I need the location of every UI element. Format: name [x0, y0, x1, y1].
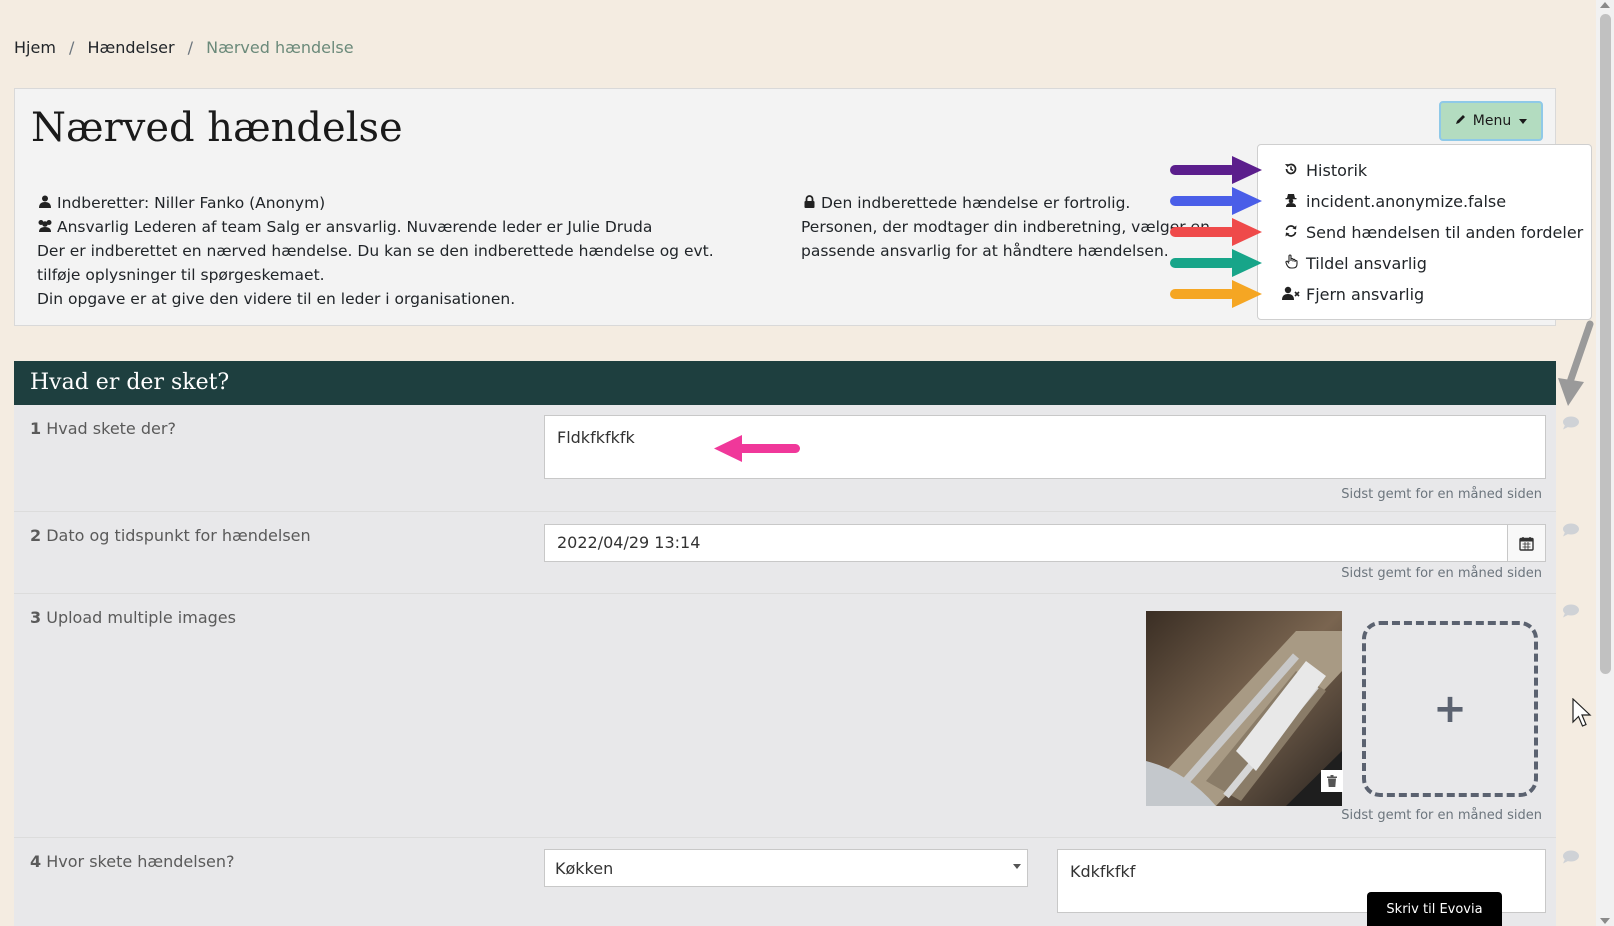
saved-status: Sidst gemt for en måned siden — [1341, 566, 1542, 581]
dropdown-item-send[interactable]: Send hændelsen til anden fordeler — [1282, 219, 1583, 247]
incident-info: Indberetter: Niller Fanko (Anonym) Ansva… — [37, 191, 757, 311]
dropdown-item-label: Fjern ansvarlig — [1306, 285, 1425, 304]
breadcrumb-separator: / — [187, 38, 194, 57]
menu-button[interactable]: Menu — [1439, 101, 1543, 141]
menu-dropdown: Historik incident.anonymize.false Send h… — [1257, 144, 1592, 320]
what-happened-textarea[interactable]: Fldkfkfkfk — [544, 415, 1546, 479]
question-3: 3 Upload multiple images + Sidst gemt fo… — [14, 594, 1556, 838]
chat-button[interactable]: Skriv til Evovia — [1367, 892, 1502, 926]
section-header: Hvad er der sket? — [14, 361, 1556, 405]
users-icon — [37, 215, 53, 239]
arrow-icon-red — [1170, 218, 1262, 246]
location-select[interactable]: Køkken — [544, 849, 1028, 887]
dropdown-item-remove[interactable]: Fjern ansvarlig — [1282, 281, 1424, 309]
uploaded-image[interactable] — [1146, 611, 1342, 806]
question-label: 2 Dato og tidspunkt for hændelsen — [30, 526, 311, 545]
dropdown-item-label: Tildel ansvarlig — [1306, 254, 1427, 273]
dropdown-item-label: Historik — [1306, 161, 1368, 180]
annotation-arrows — [1170, 156, 1262, 308]
user-times-icon — [1282, 281, 1300, 309]
date-time-input[interactable]: 2022/04/29 13:14 — [544, 524, 1508, 562]
mouse-cursor-icon — [1572, 698, 1592, 727]
add-image-button[interactable]: + — [1362, 621, 1538, 797]
breadcrumb-current: Nærved hændelse — [206, 38, 354, 57]
comment-icon[interactable] — [1562, 850, 1580, 864]
question-4: 4 Hvor skete hændelsen? Køkken Kdkfkfkf — [14, 838, 1556, 926]
gray-arrow-icon — [1558, 320, 1594, 406]
plus-icon: + — [1433, 686, 1467, 732]
pink-arrow-icon — [714, 435, 800, 462]
breadcrumb-events[interactable]: Hændelser — [87, 38, 174, 57]
arrow-icon-green — [1170, 249, 1262, 277]
hand-pointer-icon — [1282, 250, 1300, 278]
dropdown-item-historik[interactable]: Historik — [1282, 157, 1367, 185]
caret-down-icon — [1519, 118, 1528, 124]
dropdown-item-label: Send hændelsen til anden fordeler — [1306, 223, 1584, 242]
page-title: Nærved hændelse — [31, 105, 403, 151]
lock-icon — [801, 191, 817, 215]
location-select-value: Køkken — [555, 859, 614, 878]
trash-icon — [1327, 775, 1337, 787]
dropdown-item-label: incident.anonymize.false — [1306, 192, 1507, 211]
dropdown-item-assign[interactable]: Tildel ansvarlig — [1282, 250, 1427, 278]
user-secret-icon — [1282, 188, 1300, 216]
page-scrollbar[interactable] — [1596, 0, 1614, 926]
calendar-button[interactable] — [1507, 524, 1546, 562]
question-2: 2 Dato og tidspunkt for hændelsen 2022/0… — [14, 512, 1556, 594]
breadcrumb-home[interactable]: Hjem — [14, 38, 56, 57]
description-text: Der er indberettet en nærved hændelse. D… — [37, 242, 714, 284]
comment-icon[interactable] — [1562, 523, 1580, 537]
question-label: 3 Upload multiple images — [30, 608, 236, 627]
responsible-text: Ansvarlig Lederen af team Salg er ansvar… — [57, 218, 653, 236]
question-label: 1 Hvad skete der? — [30, 419, 176, 438]
scrollbar-thumb[interactable] — [1600, 14, 1611, 674]
arrow-icon-orange — [1170, 280, 1262, 308]
breadcrumb-separator: / — [69, 38, 75, 57]
breadcrumb: Hjem / Hændelser / Nærved hændelse — [14, 38, 354, 57]
sync-icon — [1282, 219, 1300, 247]
pencil-icon — [1455, 113, 1467, 129]
delete-image-button[interactable] — [1321, 770, 1343, 792]
menu-button-label: Menu — [1472, 113, 1512, 129]
scroll-up-icon[interactable] — [1600, 2, 1610, 8]
scroll-down-icon[interactable] — [1600, 918, 1610, 924]
saved-status: Sidst gemt for en måned siden — [1341, 487, 1542, 502]
user-icon — [37, 191, 53, 215]
arrow-icon-blue — [1170, 187, 1262, 215]
dropdown-item-anonymize[interactable]: incident.anonymize.false — [1282, 188, 1506, 216]
task-text: Din opgave er at give den videre til en … — [37, 290, 516, 308]
comment-icon[interactable] — [1562, 604, 1580, 618]
history-icon — [1282, 157, 1300, 185]
chevron-down-icon — [1013, 864, 1021, 869]
question-label: 4 Hvor skete hændelsen? — [30, 852, 235, 871]
comment-icon[interactable] — [1562, 416, 1580, 430]
reporter-text: Indberetter: Niller Fanko (Anonym) — [57, 194, 326, 212]
arrow-icon-purple — [1170, 156, 1262, 184]
calendar-icon — [1519, 536, 1534, 551]
confidential-text: Den indberettede hændelse er fortrolig. — [821, 194, 1131, 212]
saved-status: Sidst gemt for en måned siden — [1341, 808, 1542, 823]
